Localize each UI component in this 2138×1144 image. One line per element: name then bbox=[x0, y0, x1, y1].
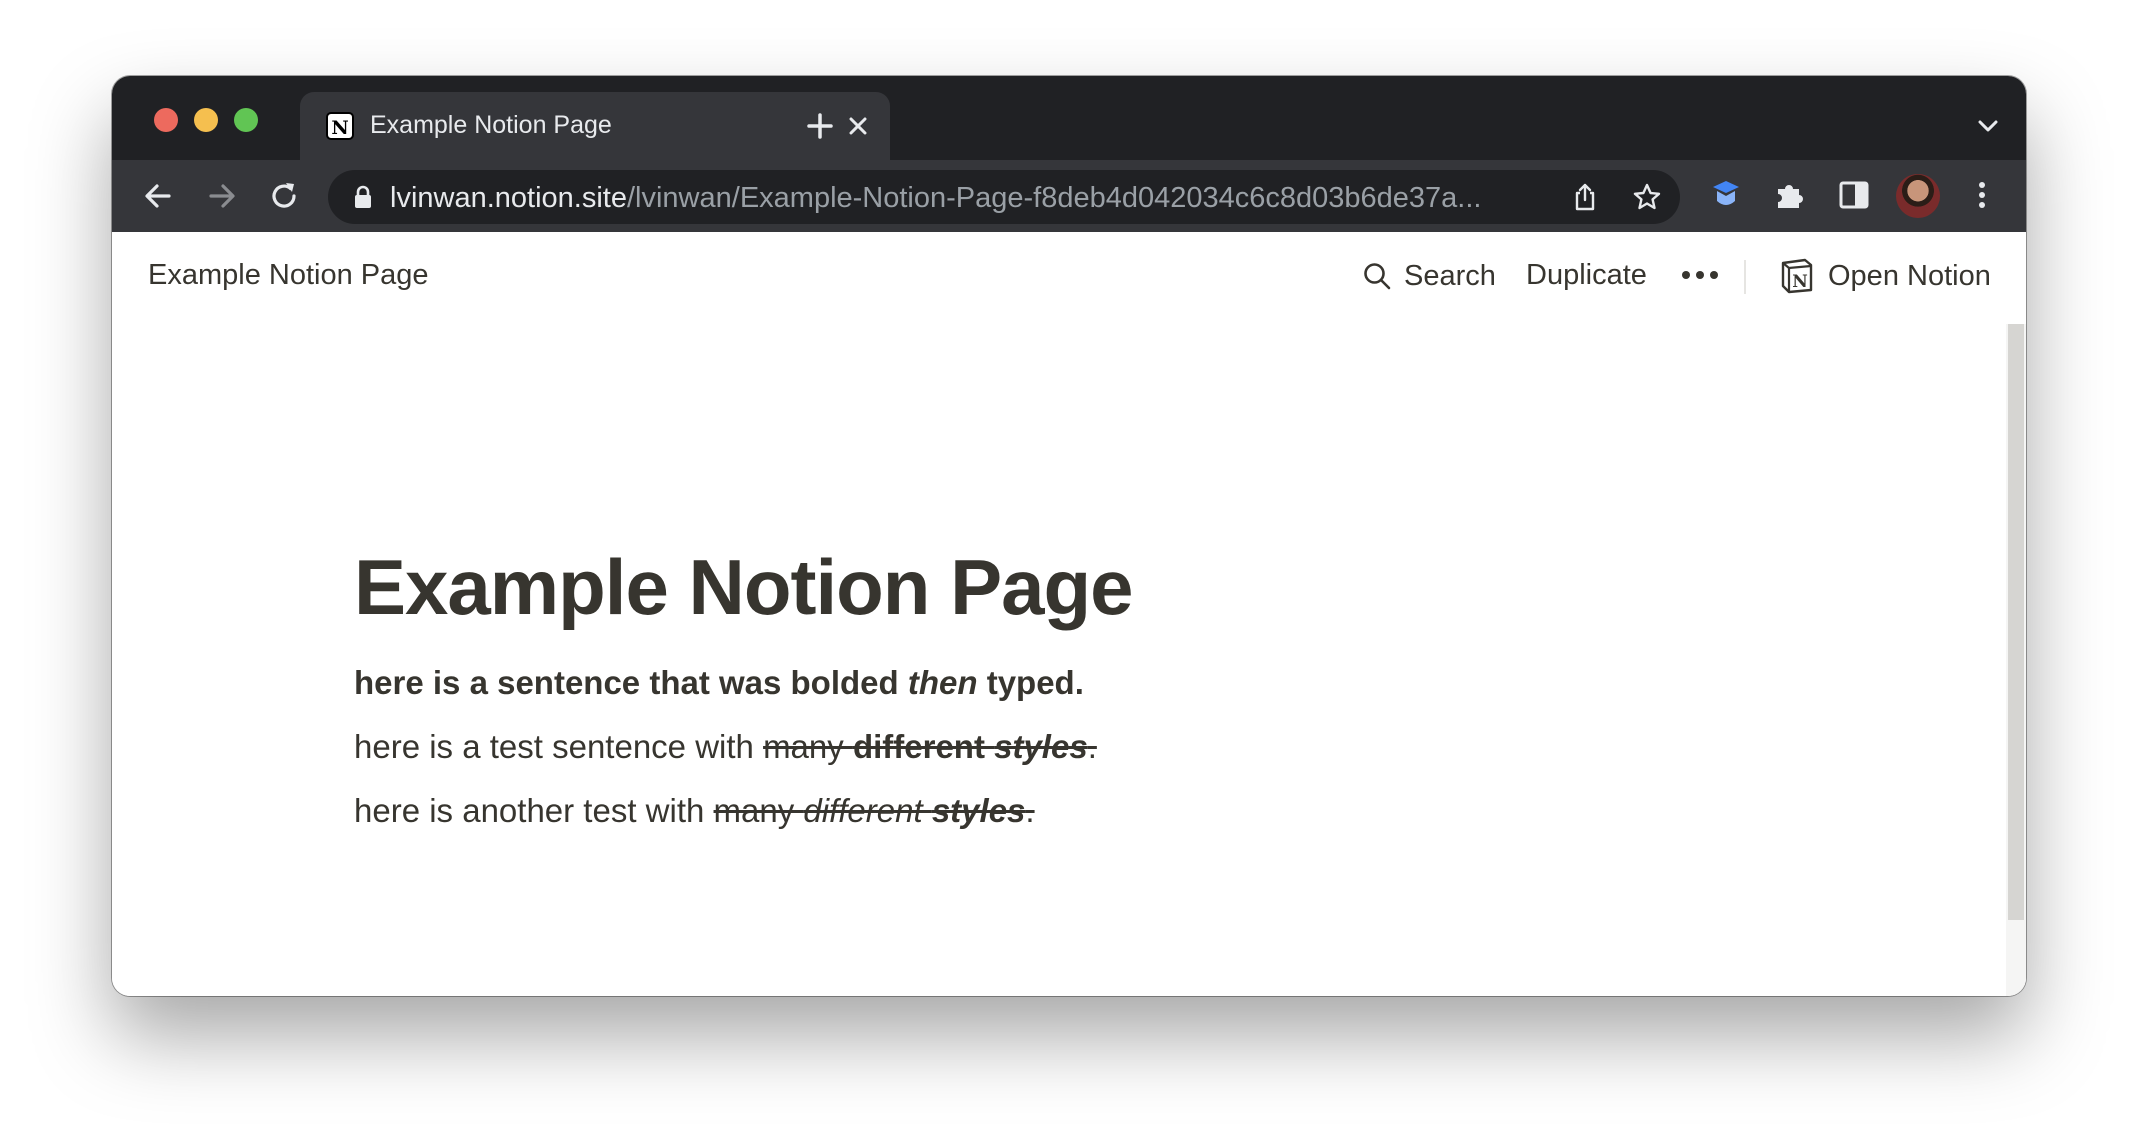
page-title[interactable]: Example Notion Page bbox=[354, 542, 1134, 633]
url-host: lvinwan.notion.site bbox=[390, 182, 627, 214]
tab-title: Example Notion Page bbox=[370, 111, 612, 139]
text-run-strike: many bbox=[763, 728, 853, 765]
search-label: Search bbox=[1404, 259, 1496, 292]
close-window-button[interactable] bbox=[154, 108, 178, 132]
new-tab-icon[interactable] bbox=[802, 108, 838, 144]
svg-text:N: N bbox=[1792, 272, 1808, 292]
url-path: /lvinwan/Example-Notion-Page-f8deb4d0420… bbox=[626, 182, 1482, 214]
forward-arrow-icon[interactable] bbox=[204, 178, 240, 214]
text-run-strike: many bbox=[713, 792, 804, 829]
tab-strip: N Example Notion Page bbox=[112, 76, 2026, 160]
svg-text:N: N bbox=[331, 117, 348, 139]
notion-logo-icon: N bbox=[1781, 258, 1813, 294]
close-tab-icon[interactable] bbox=[840, 108, 876, 144]
profile-avatar[interactable] bbox=[1896, 174, 1940, 218]
text-run: here is another test with bbox=[354, 792, 714, 829]
search-button[interactable]: Search bbox=[1362, 254, 1496, 298]
text-run-strike-bold-italic: styles bbox=[994, 728, 1088, 765]
search-icon bbox=[1364, 263, 1391, 290]
topbar-divider bbox=[1744, 260, 1746, 294]
text-run: here is a test sentence with bbox=[354, 728, 764, 765]
notion-page: Example Notion Page Search Duplicate N O… bbox=[112, 232, 2026, 996]
text-block-2[interactable]: here is a test sentence with many differ… bbox=[354, 728, 1097, 766]
text-run-strike: . bbox=[1025, 792, 1035, 829]
reload-icon[interactable] bbox=[266, 178, 302, 214]
minimize-window-button[interactable] bbox=[194, 108, 218, 132]
browser-window: N Example Notion Page lvinwan.notion.sit… bbox=[112, 76, 2026, 996]
text-run-strike: . bbox=[1087, 728, 1097, 765]
text-run-italic: then bbox=[907, 664, 978, 701]
chevron-down-icon[interactable] bbox=[1974, 112, 2002, 140]
duplicate-button[interactable]: Duplicate bbox=[1526, 259, 1647, 292]
url-text[interactable]: lvinwan.notion.site/lvinwan/Example-Noti… bbox=[390, 182, 1570, 215]
scrollbar-thumb[interactable] bbox=[2008, 324, 2024, 920]
text-block-1[interactable]: here is a sentence that was bolded then … bbox=[354, 664, 1084, 702]
browser-toolbar: lvinwan.notion.site/lvinwan/Example-Noti… bbox=[112, 160, 2026, 232]
text-block-3[interactable]: here is another test with many different… bbox=[354, 792, 1035, 830]
text-run-strike-italic: different bbox=[803, 792, 932, 829]
notion-topbar: Example Notion Page Search Duplicate N O… bbox=[112, 232, 2026, 324]
share-icon[interactable] bbox=[1570, 182, 1600, 212]
text-run: here is a sentence that was bolded bbox=[354, 664, 908, 701]
lock-icon[interactable] bbox=[352, 185, 374, 209]
side-panel-icon[interactable] bbox=[1836, 177, 1872, 213]
open-notion-label: Open Notion bbox=[1828, 259, 1991, 292]
more-options-icon[interactable] bbox=[1678, 260, 1722, 290]
text-run-strike-bold: different bbox=[852, 728, 995, 765]
back-arrow-icon[interactable] bbox=[140, 178, 176, 214]
text-run-strike-bold-italic: styles bbox=[931, 792, 1026, 829]
zoom-window-button[interactable] bbox=[234, 108, 258, 132]
address-bar[interactable]: lvinwan.notion.site/lvinwan/Example-Noti… bbox=[328, 170, 1680, 224]
notion-favicon-icon: N bbox=[326, 112, 354, 140]
extension-shield-icon[interactable] bbox=[1708, 177, 1744, 213]
puzzle-icon[interactable] bbox=[1772, 177, 1808, 213]
kebab-menu-icon[interactable] bbox=[1964, 177, 2000, 213]
star-icon[interactable] bbox=[1632, 182, 1662, 212]
open-notion-button[interactable]: N Open Notion bbox=[1778, 254, 1991, 298]
breadcrumb[interactable]: Example Notion Page bbox=[148, 259, 429, 292]
text-run: typed. bbox=[977, 664, 1084, 701]
